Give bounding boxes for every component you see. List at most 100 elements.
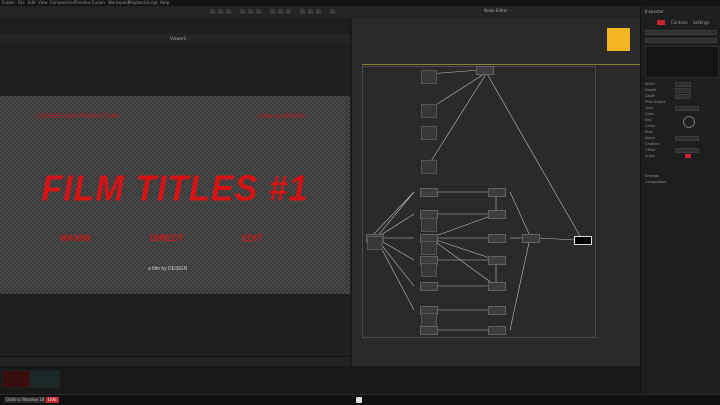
insp-label-offset: Offset [645, 148, 656, 152]
node-merge2[interactable] [488, 188, 506, 197]
menu-fusion2[interactable]: Fusion [92, 0, 105, 5]
media-strip [0, 366, 640, 394]
credit-1: MAXIM [60, 233, 90, 243]
node-merge1[interactable] [476, 66, 494, 75]
color-swatch[interactable] [607, 28, 630, 51]
viewer-title: Viewer1 [170, 36, 187, 41]
insp-label-type: Type [645, 106, 653, 110]
node-merge5[interactable] [488, 256, 506, 265]
menu-timeline[interactable]: Timeline [74, 0, 91, 5]
insp-label-alpha: Alpha [645, 136, 655, 140]
node-editor-title: Node Editor [484, 8, 508, 13]
insp-label-angle: Angle [645, 154, 655, 158]
menu-edit[interactable]: Edit [28, 0, 36, 5]
inspector-section-settings[interactable]: Settings [693, 20, 709, 25]
tool-icon[interactable] [218, 9, 223, 14]
inspector-section-controls[interactable]: Controls [671, 20, 688, 25]
node-text1[interactable] [421, 70, 437, 84]
inspector-field[interactable] [645, 30, 717, 35]
inspector-field[interactable] [645, 38, 717, 43]
menu-composition[interactable]: Composition [50, 0, 75, 5]
insp-value[interactable] [675, 94, 691, 99]
node-text5[interactable] [420, 188, 438, 197]
viewer-top-right-text: a film by DESIGN [258, 114, 306, 120]
node-merge-final[interactable] [522, 234, 540, 243]
insp-label-height: Height [645, 88, 657, 92]
inspector-preview [645, 46, 719, 78]
insp-label-color: Color [645, 112, 654, 116]
tool-icon[interactable] [248, 9, 253, 14]
node-group-frame [362, 66, 596, 338]
viewer-subtitle: a film by DESIGN [148, 266, 188, 272]
media-thumbnail[interactable] [2, 370, 30, 388]
media-thumbnail[interactable] [30, 370, 60, 388]
insp-label-red: Red [645, 118, 652, 122]
node-merge7[interactable] [488, 306, 506, 315]
inspector-keyframe-button[interactable] [685, 154, 691, 158]
insp-value[interactable] [675, 82, 691, 87]
menu-workspace[interactable]: Workspace [108, 0, 130, 5]
credit-3: EDIT [242, 233, 263, 243]
insp-label-depth: Depth [645, 94, 656, 98]
inspector-panel: Inspector Controls Settings Width Height… [640, 6, 720, 394]
menu-file[interactable]: File [18, 0, 25, 5]
node-background-preview[interactable] [367, 236, 383, 250]
menu-fusion[interactable]: Fusion [2, 0, 15, 5]
tool-icon[interactable] [256, 9, 261, 14]
node-merge6[interactable] [488, 282, 506, 291]
node-text9[interactable] [420, 282, 438, 291]
inspector-red-button[interactable] [657, 20, 665, 25]
insp-label-aspect: Pixel Aspect [645, 100, 666, 104]
node-text6-preview[interactable] [421, 218, 437, 232]
insp-value[interactable] [675, 148, 699, 153]
menu-script[interactable]: Script [146, 0, 158, 5]
insp-value[interactable] [675, 136, 699, 141]
taskbar-app-label[interactable]: DaVinci Resolve 18 [4, 397, 47, 403]
tool-icon[interactable] [240, 9, 245, 14]
insp-label-width: Width [645, 82, 655, 86]
tool-icon[interactable] [278, 9, 283, 14]
viewer-top-left-text: CODEDESIGN PRODUCTION [36, 114, 119, 120]
node-media-out[interactable] [574, 236, 592, 245]
node-text11[interactable] [420, 326, 438, 335]
node-text3[interactable] [421, 126, 437, 140]
node-text2[interactable] [421, 104, 437, 118]
node-merge3[interactable] [488, 210, 506, 219]
insp-value[interactable] [675, 106, 699, 111]
menu-help[interactable]: Help [160, 0, 169, 5]
tool-icon[interactable] [210, 9, 215, 14]
menu-view[interactable]: View [38, 0, 48, 5]
node-text4[interactable] [421, 160, 437, 174]
inspector-title: Inspector [645, 9, 664, 14]
node-merge8[interactable] [488, 326, 506, 335]
node-text8-preview[interactable] [421, 263, 437, 277]
viewer-toolbar [0, 18, 350, 34]
insp-label-blue: Blue [645, 130, 653, 134]
tool-icon[interactable] [226, 9, 231, 14]
menu-playback[interactable]: Playback [128, 0, 146, 5]
node-editor-header: Node Editor [352, 6, 640, 18]
viewer-letterbox-top [0, 44, 350, 96]
insp-value[interactable] [675, 88, 691, 93]
viewer-letterbox-bottom [0, 294, 350, 356]
color-wheel-icon[interactable] [683, 116, 695, 128]
node-text7-preview[interactable] [421, 241, 437, 255]
node-merge4[interactable] [488, 234, 506, 243]
tool-icon[interactable] [308, 9, 313, 14]
credit-2: DIRECT [150, 233, 184, 243]
inspector-footer-settings[interactable]: Settings [645, 174, 659, 178]
selection-line [362, 64, 640, 65]
tool-icon[interactable] [300, 9, 305, 14]
film-title-text: FILM TITLES #1 [41, 169, 309, 209]
taskbar-active-icon[interactable] [356, 397, 362, 403]
insp-label-green: Green [645, 124, 656, 128]
inspector-footer-composition[interactable]: Composition [645, 180, 666, 184]
tool-icon[interactable] [316, 9, 321, 14]
taskbar: DaVinci Resolve 18 LIVE [0, 394, 720, 405]
node-text10-preview[interactable] [421, 313, 437, 327]
tool-icon[interactable] [286, 9, 291, 14]
taskbar-status-badge: LIVE [46, 397, 59, 403]
tool-icon[interactable] [270, 9, 275, 14]
insp-label-gradient: Gradient [645, 142, 660, 146]
tool-icon[interactable] [330, 9, 335, 14]
